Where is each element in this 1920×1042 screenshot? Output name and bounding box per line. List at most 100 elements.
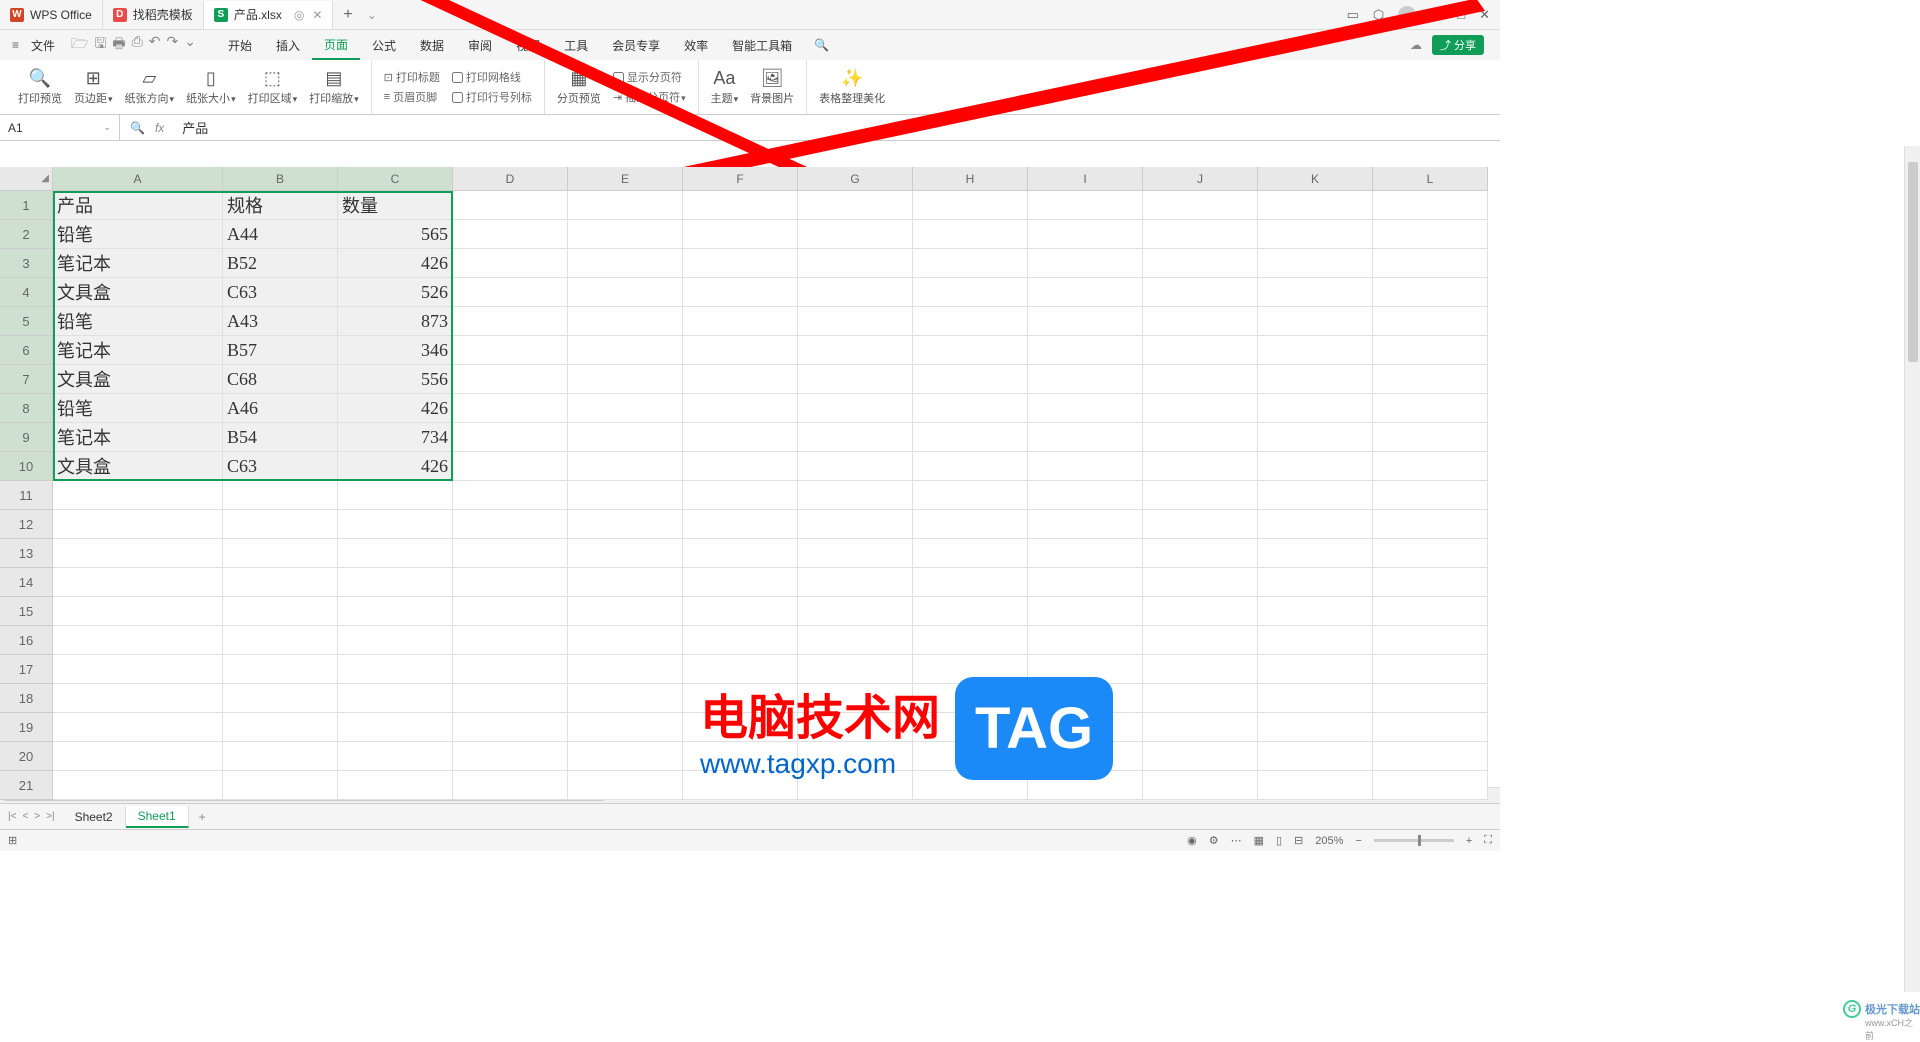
- cell[interactable]: [1028, 597, 1143, 626]
- column-header[interactable]: C: [338, 167, 453, 191]
- theme-button[interactable]: Aа主题: [705, 68, 745, 106]
- cell[interactable]: [453, 249, 568, 278]
- qat-dropdown-icon[interactable]: ⌄: [184, 33, 196, 57]
- cell[interactable]: [1258, 481, 1373, 510]
- cell[interactable]: [453, 539, 568, 568]
- cell[interactable]: [1028, 539, 1143, 568]
- cell[interactable]: [1373, 278, 1488, 307]
- table-beauty-button[interactable]: ✨表格整理美化: [813, 68, 891, 106]
- cell[interactable]: [1028, 423, 1143, 452]
- scrollbar-thumb[interactable]: [1908, 162, 1918, 362]
- cell[interactable]: [453, 278, 568, 307]
- cell[interactable]: [568, 278, 683, 307]
- column-header[interactable]: E: [568, 167, 683, 191]
- cell[interactable]: [1028, 365, 1143, 394]
- cell[interactable]: [568, 568, 683, 597]
- cell[interactable]: [1258, 307, 1373, 336]
- cell[interactable]: [798, 510, 913, 539]
- cell[interactable]: [223, 771, 338, 800]
- cell[interactable]: [1028, 713, 1143, 742]
- cell[interactable]: [568, 597, 683, 626]
- cell[interactable]: [1258, 597, 1373, 626]
- save-icon[interactable]: 🖫: [94, 33, 106, 57]
- cell[interactable]: [913, 452, 1028, 481]
- cell[interactable]: 铅笔: [53, 394, 223, 423]
- cell[interactable]: [568, 307, 683, 336]
- row-header[interactable]: 6: [0, 336, 53, 365]
- cell[interactable]: [1258, 713, 1373, 742]
- cell[interactable]: [683, 394, 798, 423]
- print-grid-checkbox[interactable]: 打印网格线: [452, 69, 532, 85]
- cell[interactable]: [1258, 220, 1373, 249]
- cell[interactable]: [683, 278, 798, 307]
- cell[interactable]: [453, 481, 568, 510]
- cell[interactable]: [683, 626, 798, 655]
- bg-image-button[interactable]: 🖼背景图片: [744, 68, 800, 106]
- nav-last-icon[interactable]: >|: [44, 809, 56, 824]
- column-header[interactable]: H: [913, 167, 1028, 191]
- name-box[interactable]: A1 ⌄: [0, 115, 120, 140]
- row-header[interactable]: 18: [0, 684, 53, 713]
- column-header[interactable]: L: [1373, 167, 1488, 191]
- cell[interactable]: 笔记本: [53, 423, 223, 452]
- cell[interactable]: [568, 655, 683, 684]
- cell[interactable]: [453, 394, 568, 423]
- cell[interactable]: [1373, 713, 1488, 742]
- cell[interactable]: [1373, 510, 1488, 539]
- print-rowcol-checkbox[interactable]: 打印行号列标: [452, 89, 532, 105]
- tab-wps-office[interactable]: W WPS Office: [0, 1, 103, 29]
- cell[interactable]: [338, 742, 453, 771]
- cell[interactable]: [53, 655, 223, 684]
- open-icon[interactable]: 🗁: [71, 33, 88, 57]
- row-header[interactable]: 14: [0, 568, 53, 597]
- cell[interactable]: [338, 539, 453, 568]
- tab-comment-icon[interactable]: ◎: [294, 8, 304, 22]
- cell[interactable]: [223, 597, 338, 626]
- cell[interactable]: [568, 510, 683, 539]
- cell[interactable]: [223, 684, 338, 713]
- print-title-button[interactable]: ⊡打印标题: [384, 69, 440, 85]
- row-header[interactable]: 12: [0, 510, 53, 539]
- cell[interactable]: 文具盒: [53, 278, 223, 307]
- cell[interactable]: [1143, 220, 1258, 249]
- cell[interactable]: [913, 307, 1028, 336]
- cell[interactable]: [683, 742, 798, 771]
- cell[interactable]: [1143, 423, 1258, 452]
- cell[interactable]: [1028, 452, 1143, 481]
- row-header[interactable]: 19: [0, 713, 53, 742]
- add-tab-button[interactable]: +: [333, 6, 362, 24]
- cell[interactable]: [798, 568, 913, 597]
- print-scale-button[interactable]: ▤打印缩放: [303, 68, 365, 106]
- cell[interactable]: [798, 365, 913, 394]
- cell[interactable]: [1028, 510, 1143, 539]
- cell[interactable]: [1373, 307, 1488, 336]
- column-header[interactable]: F: [683, 167, 798, 191]
- cell[interactable]: [338, 713, 453, 742]
- cell[interactable]: [568, 626, 683, 655]
- cell[interactable]: [913, 742, 1028, 771]
- cell[interactable]: [913, 713, 1028, 742]
- cell[interactable]: [53, 510, 223, 539]
- cell[interactable]: [1258, 655, 1373, 684]
- cell[interactable]: [1258, 365, 1373, 394]
- cell[interactable]: [1028, 684, 1143, 713]
- menu-tab-4[interactable]: 数据: [408, 30, 456, 60]
- cell[interactable]: [913, 684, 1028, 713]
- sheet-tab-sheet1[interactable]: Sheet1: [126, 806, 189, 828]
- cell[interactable]: [913, 655, 1028, 684]
- share-button[interactable]: ⤴ 分享: [1432, 35, 1484, 55]
- cell[interactable]: [798, 278, 913, 307]
- cell[interactable]: [53, 568, 223, 597]
- cell[interactable]: [798, 713, 913, 742]
- cell[interactable]: [798, 655, 913, 684]
- cell[interactable]: 文具盒: [53, 452, 223, 481]
- cell[interactable]: [683, 771, 798, 800]
- menu-tab-2[interactable]: 页面: [312, 30, 360, 60]
- cell[interactable]: [53, 684, 223, 713]
- cell[interactable]: [223, 481, 338, 510]
- row-header[interactable]: 1: [0, 191, 53, 220]
- cell[interactable]: A44: [223, 220, 338, 249]
- menu-tab-1[interactable]: 插入: [264, 30, 312, 60]
- cell[interactable]: [913, 568, 1028, 597]
- cell[interactable]: [1258, 539, 1373, 568]
